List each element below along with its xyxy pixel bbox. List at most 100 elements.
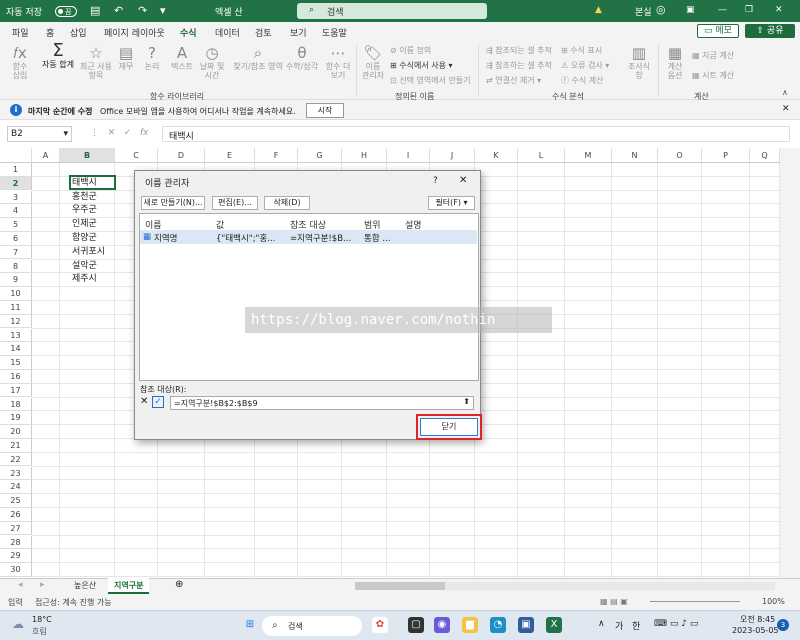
search-box[interactable]: ⌕ 검색 [297, 3, 487, 19]
row-header[interactable]: 12 [0, 314, 32, 329]
row-header[interactable]: 9 [0, 273, 32, 287]
row-header[interactable]: 15 [0, 356, 32, 370]
row-header[interactable]: 7 [0, 245, 32, 260]
close-button[interactable]: 닫기 [420, 418, 478, 436]
column-header[interactable]: I [387, 148, 430, 163]
math-button[interactable]: θ 수학/삼각 [284, 44, 320, 71]
show-formulas-button[interactable]: ⊞ 수식 표시 [561, 45, 602, 56]
recent-button[interactable]: ☆ 최근 사용 항목 [80, 44, 112, 80]
cell-b[interactable]: 서귀포시 [72, 246, 105, 259]
row-header[interactable]: 26 [0, 508, 32, 522]
row-header[interactable]: 3 [0, 190, 32, 205]
vertical-scrollbar[interactable] [780, 148, 800, 578]
tab-page-layout[interactable]: 페이지 레이아웃 [104, 26, 165, 39]
trace-precedents-button[interactable]: ⇶ 참조되는 셀 추적 [486, 45, 552, 56]
chat-icon[interactable]: ◉ [434, 617, 450, 633]
error-checking-button[interactable]: ⚠ 오류 검사 ▾ [561, 60, 609, 71]
cancel-edit-icon[interactable]: ✕ [140, 396, 148, 407]
name-box[interactable]: B2 ▾ [7, 126, 72, 142]
ime-indicator-1[interactable]: 가 [615, 619, 623, 632]
sheet-tab-active[interactable]: 지역구분 [108, 578, 150, 594]
windows-start-icon[interactable]: ⊞ [242, 617, 258, 633]
tab-view[interactable]: 보기 [290, 26, 307, 39]
tray-icons[interactable]: ⌨ ▭ ♪ ▭ [654, 619, 698, 629]
tab-home[interactable]: 홈 [46, 26, 54, 39]
start-button[interactable]: 시작 [306, 103, 344, 118]
name-manager-button[interactable]: 🏷 이름 관리자 [360, 44, 386, 80]
edit-name-button[interactable]: 편집(E)... [212, 196, 258, 210]
define-name-button[interactable]: ⊘ 이름 정의 [390, 45, 431, 56]
tab-formulas[interactable]: 수식 [180, 26, 197, 42]
next-sheet-icon[interactable]: ▸ [40, 580, 45, 590]
cell-b[interactable]: 인제군 [72, 218, 97, 231]
ime-indicator-2[interactable]: 한 [632, 619, 640, 632]
customize-icon[interactable]: ▾ [160, 4, 166, 17]
select-all-corner[interactable] [0, 148, 32, 163]
memo-button[interactable]: ▭ 메모 [697, 24, 739, 38]
column-header[interactable]: P [702, 148, 750, 163]
row-header[interactable]: 17 [0, 383, 32, 398]
cell-b[interactable]: 설악군 [72, 260, 97, 273]
save-icon[interactable]: ▤ [90, 4, 100, 17]
redo-icon[interactable]: ↷ [138, 4, 147, 17]
tab-help[interactable]: 도움말 [322, 26, 347, 39]
share-button[interactable]: ⇪ 공유 [745, 24, 795, 38]
task-view-icon[interactable]: ▢ [408, 617, 424, 633]
row-header[interactable]: 11 [0, 301, 32, 315]
user-name[interactable]: 본실 [635, 5, 652, 18]
row-header[interactable]: 2 [0, 176, 32, 191]
avatar-icon[interactable]: ◎ [656, 3, 666, 16]
ribbon-options-icon[interactable]: ▣ [686, 5, 695, 15]
column-header[interactable]: F [255, 148, 298, 163]
help-icon[interactable]: ? [433, 176, 438, 186]
column-header[interactable]: M [565, 148, 612, 163]
close-window-icon[interactable]: ✕ [775, 5, 783, 15]
file-explorer-icon[interactable]: ▆ [462, 617, 478, 633]
column-header[interactable]: N [612, 148, 658, 163]
prev-sheet-icon[interactable]: ◂ [18, 580, 23, 590]
formula-bar-icons[interactable]: ⋮ ✕ ✓ fx [90, 128, 148, 138]
undo-icon[interactable]: ↶ [114, 4, 123, 17]
formula-input[interactable]: 태백시 [162, 126, 790, 142]
column-header[interactable]: L [518, 148, 565, 163]
tab-review[interactable]: 검토 [255, 26, 272, 39]
row-header[interactable]: 8 [0, 259, 32, 274]
zoom-slider[interactable] [650, 601, 740, 602]
column-header[interactable]: K [475, 148, 518, 163]
excel-taskbar-icon[interactable]: X [546, 617, 562, 633]
row-header[interactable]: 24 [0, 480, 32, 494]
row-header[interactable]: 28 [0, 535, 32, 550]
row-header[interactable]: 16 [0, 370, 32, 384]
row-header[interactable]: 5 [0, 218, 32, 232]
filter-button[interactable]: 필터(F) ▾ [428, 196, 475, 210]
cell-b[interactable]: 제주시 [72, 273, 97, 286]
logical-button[interactable]: ? 논리 [140, 44, 164, 71]
more-functions-button[interactable]: ⋯ 함수 더 보기 [322, 44, 354, 80]
row-header[interactable]: 13 [0, 328, 32, 343]
trace-dependents-button[interactable]: ⇶ 참조하는 셀 추적 [486, 60, 552, 71]
datetime-button[interactable]: ◷ 날짜 및 시간 [198, 44, 226, 80]
column-header[interactable]: G [298, 148, 342, 163]
row-header[interactable]: 25 [0, 494, 32, 508]
maximize-icon[interactable]: ❐ [745, 5, 753, 15]
row-header[interactable]: 27 [0, 521, 32, 536]
row-header[interactable]: 22 [0, 452, 32, 467]
calculate-now-button[interactable]: ▦ 지금 계산 [692, 50, 734, 61]
financial-button[interactable]: ▤ 재무 [114, 44, 138, 71]
column-header[interactable]: D [158, 148, 205, 163]
autosum-button[interactable]: Σ 자동 합계 [38, 42, 78, 70]
row-header[interactable]: 29 [0, 549, 32, 563]
delete-name-button[interactable]: 삭제(D) [264, 196, 310, 210]
column-header[interactable]: C [115, 148, 158, 163]
evaluate-formula-button[interactable]: ⓕ 수식 계산 [561, 75, 604, 86]
row-header[interactable]: 19 [0, 411, 32, 425]
row-header[interactable]: 18 [0, 397, 32, 412]
close-info-icon[interactable]: ✕ [782, 104, 790, 114]
cell-b[interactable]: 함양군 [72, 232, 97, 245]
store-icon[interactable]: ▣ [518, 617, 534, 633]
row-header[interactable]: 6 [0, 232, 32, 246]
row-header[interactable]: 23 [0, 466, 32, 481]
column-header[interactable]: B [60, 148, 115, 163]
edge-icon[interactable]: ◔ [490, 617, 506, 633]
row-header[interactable]: 21 [0, 439, 32, 453]
